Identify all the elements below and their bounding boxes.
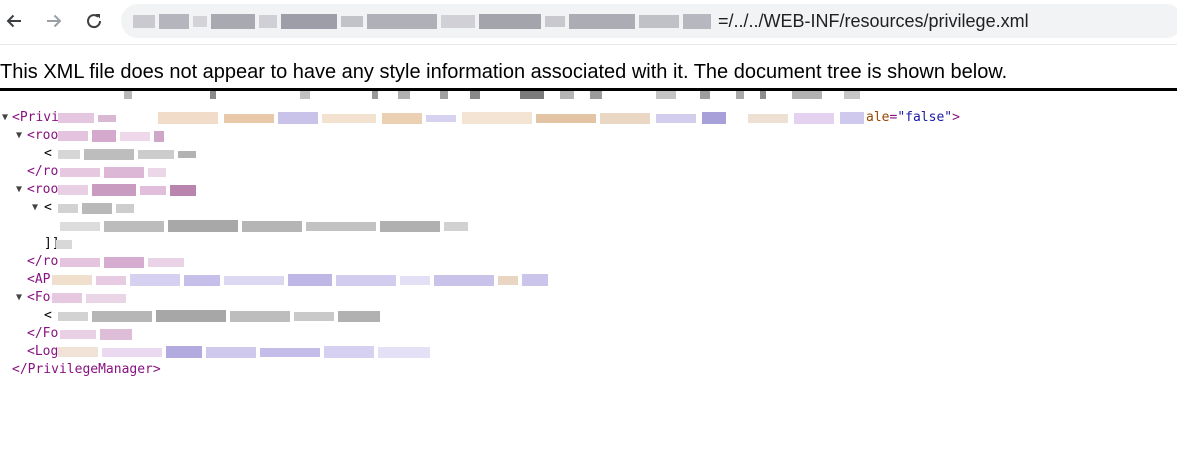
blurred-content [58,346,430,358]
element-open-tag: <roo [27,128,59,143]
root-open-tag-end: > [952,110,960,125]
collapse-toggle-icon[interactable]: ▼ [16,127,22,145]
blurred-content [56,240,72,249]
forward-button[interactable] [40,7,68,35]
root-open-tag-start: <Privi [12,110,59,125]
element-close-tag: </ro [27,254,59,269]
collapse-toggle-icon[interactable]: ▼ [16,289,22,307]
blurred-root-attributes [58,112,864,124]
element-text: < [44,146,52,161]
arrow-right-icon [47,14,62,28]
xml-style-notice: This XML file does not appear to have an… [0,61,1008,83]
url-blurred-region [133,14,711,29]
browser-toolbar: =/../../WEB-INF/resources/privilege.xml [0,0,1177,45]
blurred-content [58,130,164,142]
element-text: < [44,200,52,215]
reload-button[interactable] [80,7,108,35]
collapse-toggle-icon[interactable]: ▼ [2,109,8,127]
blurred-content [58,310,380,322]
root-attribute: ale="false"> [866,110,960,125]
root-attribute-name: ale [866,110,890,125]
element-open-tag: <Fo [27,290,51,305]
element-tag: <AP [27,272,51,287]
arrow-left-icon [6,14,21,28]
element-close-tag: </Fo [27,326,59,341]
collapse-toggle-icon[interactable]: ▼ [16,181,22,199]
blurred-content [60,257,184,268]
url-text: =/../../WEB-INF/resources/privilege.xml [718,11,1029,31]
blurred-content [58,184,196,196]
blurred-content [60,220,468,232]
blurred-content [58,203,134,214]
blurred-header-strip [124,91,860,99]
blurred-content [60,167,166,178]
address-bar[interactable]: =/../../WEB-INF/resources/privilege.xml [121,4,1177,38]
collapse-toggle-icon[interactable]: ▼ [32,199,38,217]
element-text: < [44,308,52,323]
root-attribute-value: "false" [897,110,953,125]
root-close-tag: </PrivilegeManager> [12,362,161,377]
back-button[interactable] [0,7,28,35]
blurred-content [60,329,132,340]
element-open-tag: <roo [27,182,59,197]
reload-icon [87,14,102,29]
blurred-content [58,149,196,160]
element-close-tag: </ro [27,164,59,179]
element-tag: <Log [27,344,59,359]
blurred-content [52,293,126,303]
blurred-content [52,274,548,286]
